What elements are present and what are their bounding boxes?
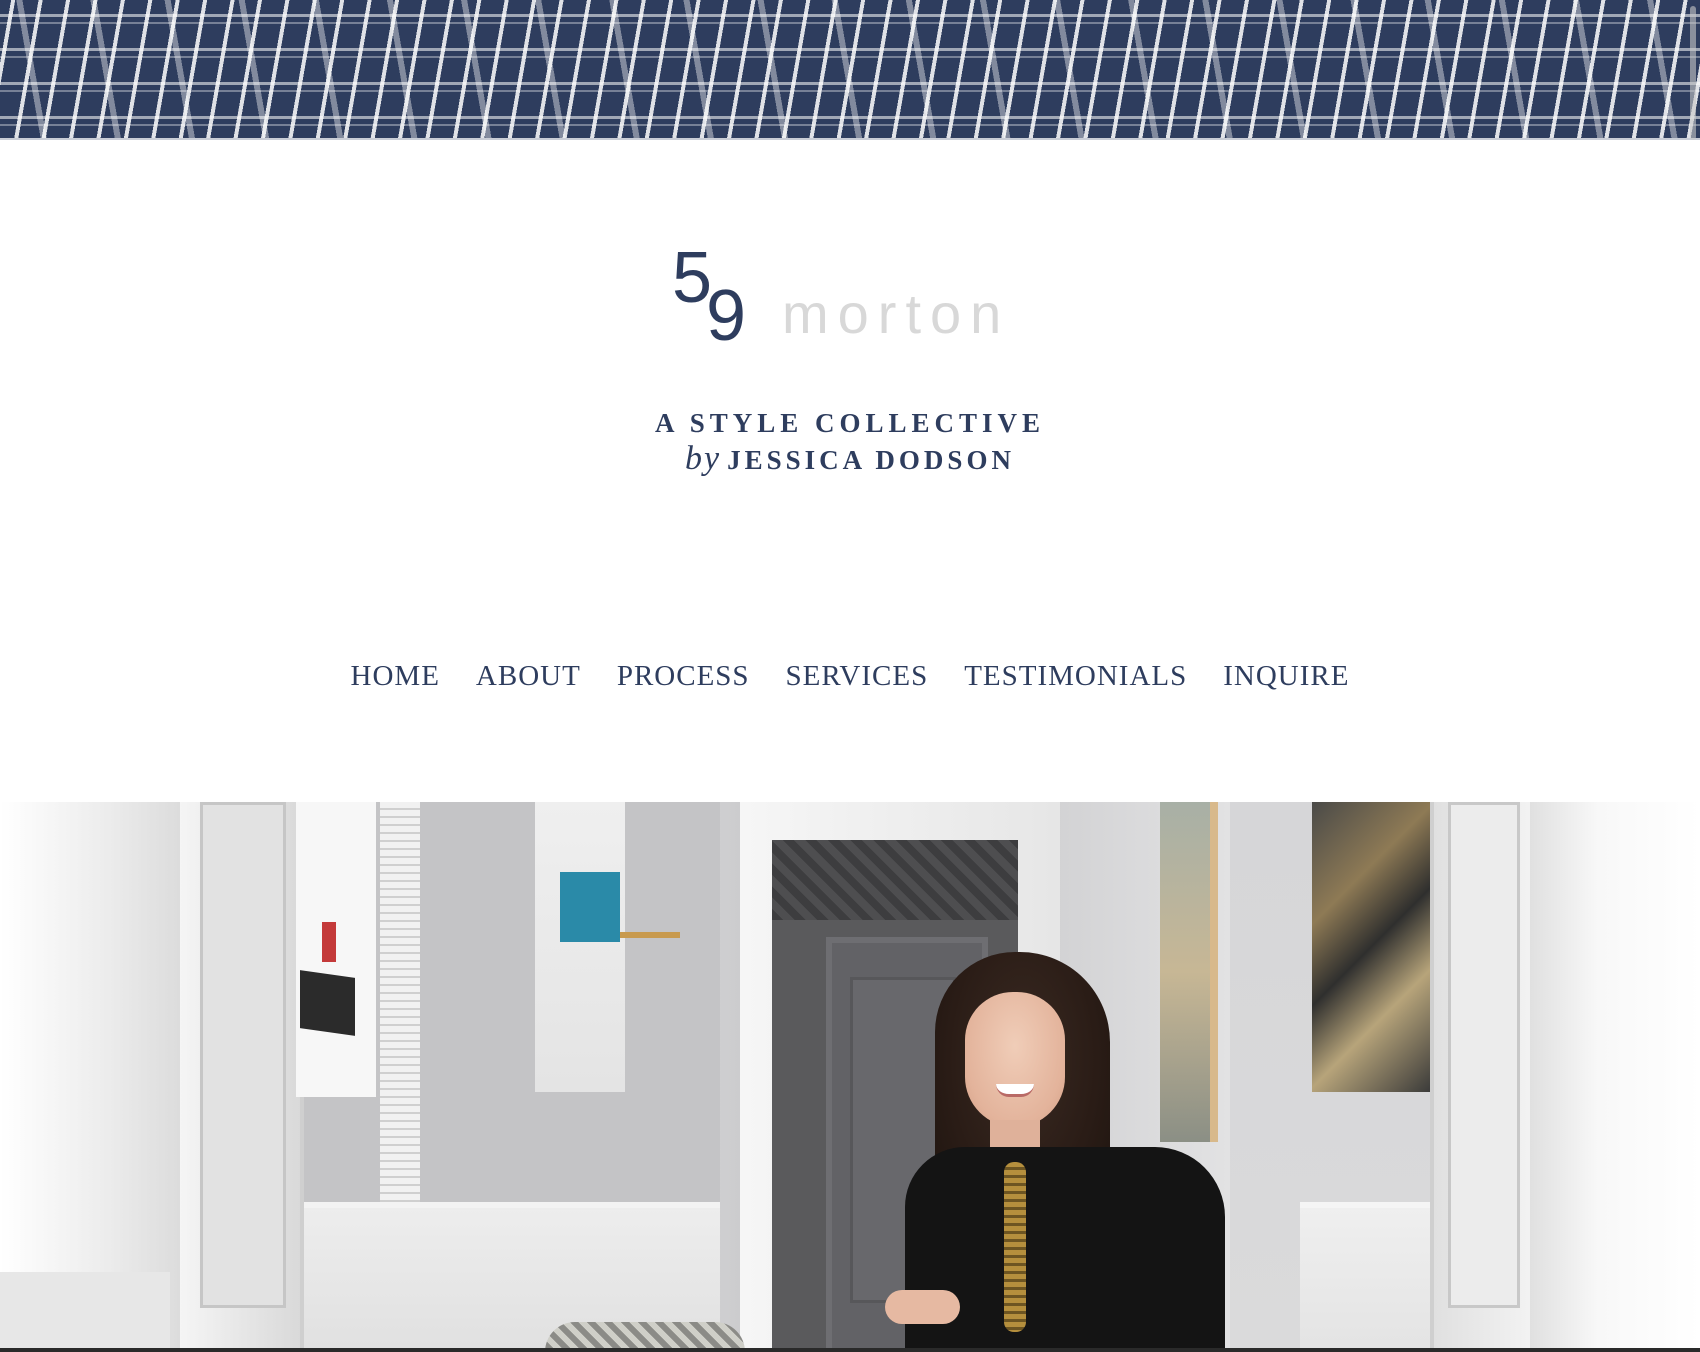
photo-artwork-brush: [620, 932, 680, 938]
tagline-by: by: [685, 440, 722, 477]
nav-inquire-link[interactable]: INQUIRE: [1223, 660, 1349, 693]
logo-number-nine: 9: [706, 276, 747, 356]
photo-artwork-right-1: [1160, 802, 1218, 1142]
logo-mark: 5 9 morton: [672, 242, 1092, 380]
photo-artwork-blue-stroke: [560, 872, 620, 942]
nav-services-link[interactable]: SERVICES: [786, 660, 929, 693]
photo-artwork-blue: [535, 802, 625, 1092]
photo-artwork-lipstick: [296, 802, 376, 1097]
nav-process-link[interactable]: PROCESS: [617, 660, 750, 693]
photo-column-base: [0, 1272, 170, 1352]
photo-person-hand: [885, 1290, 960, 1324]
scrollbar[interactable]: [1690, 6, 1696, 140]
header-pattern-banner: [0, 0, 1700, 140]
main-navigation: HOME ABOUT PROCESS SERVICES TESTIMONIALS…: [0, 660, 1700, 693]
photo-artwork-right-2: [1312, 802, 1430, 1092]
photo-lipstick-case: [300, 970, 355, 1036]
tagline-name: JESSICA DODSON: [727, 445, 1015, 475]
nav-testimonials-link[interactable]: TESTIMONIALS: [964, 660, 1187, 693]
nav-home-link[interactable]: HOME: [351, 660, 440, 693]
photo-person-necklace: [1004, 1162, 1026, 1332]
photo-bottom-edge: [0, 1348, 1700, 1352]
photo-door-left-panel: [200, 802, 286, 1308]
hero-portrait-photo: [0, 802, 1700, 1352]
tagline-line-1: A STYLE COLLECTIVE: [654, 408, 1046, 438]
photo-door-right-panel: [1448, 802, 1520, 1308]
photo-column-right: [1530, 802, 1700, 1352]
photo-lipstick: [322, 922, 336, 962]
photo-person-sweater: [905, 1147, 1225, 1352]
photo-column-left: [0, 802, 180, 1352]
photo-shutter: [380, 802, 420, 1202]
logo-wordmark: morton: [782, 282, 1011, 345]
photo-person-face: [965, 992, 1065, 1127]
nav-about-link[interactable]: ABOUT: [476, 660, 581, 693]
photo-doorway-wallpaper: [772, 840, 1018, 920]
tagline-line-2: by JESSICA DODSON: [0, 440, 1700, 478]
site-logo[interactable]: 5 9 morton A STYLE COLLECTIVE by JESSICA …: [0, 242, 1700, 490]
